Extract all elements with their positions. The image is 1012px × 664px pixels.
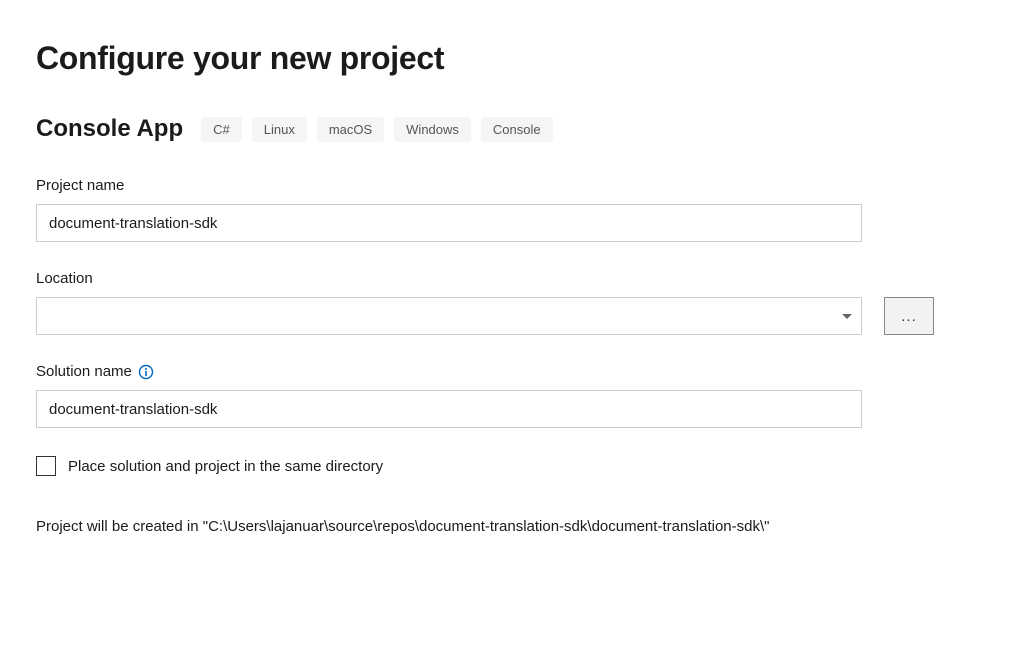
tag-console: Console xyxy=(481,117,553,142)
solution-name-label: Solution name xyxy=(36,363,976,380)
info-icon[interactable] xyxy=(138,364,154,380)
location-combo[interactable] xyxy=(36,297,862,335)
solution-name-group: Solution name xyxy=(36,363,976,428)
template-row: Console App C# Linux macOS Windows Conso… xyxy=(36,115,976,143)
tag-linux: Linux xyxy=(252,117,307,142)
location-input[interactable] xyxy=(36,297,862,335)
browse-button[interactable]: ... xyxy=(884,297,934,335)
location-group: Location ... xyxy=(36,270,976,335)
same-directory-checkbox-row: Place solution and project in the same d… xyxy=(36,456,976,476)
template-tags: C# Linux macOS Windows Console xyxy=(201,117,553,142)
tag-macos: macOS xyxy=(317,117,384,142)
tag-windows: Windows xyxy=(394,117,471,142)
solution-name-label-text: Solution name xyxy=(36,363,132,380)
path-preview: Project will be created in "C:\Users\laj… xyxy=(36,516,896,539)
same-directory-checkbox[interactable] xyxy=(36,456,56,476)
solution-name-input[interactable] xyxy=(36,390,862,428)
project-name-group: Project name xyxy=(36,177,976,242)
project-name-input[interactable] xyxy=(36,204,862,242)
template-name: Console App xyxy=(36,115,183,143)
tag-csharp: C# xyxy=(201,117,242,142)
same-directory-label: Place solution and project in the same d… xyxy=(68,458,383,475)
page-title: Configure your new project xyxy=(36,40,976,77)
location-label: Location xyxy=(36,270,976,287)
project-name-label: Project name xyxy=(36,177,976,194)
